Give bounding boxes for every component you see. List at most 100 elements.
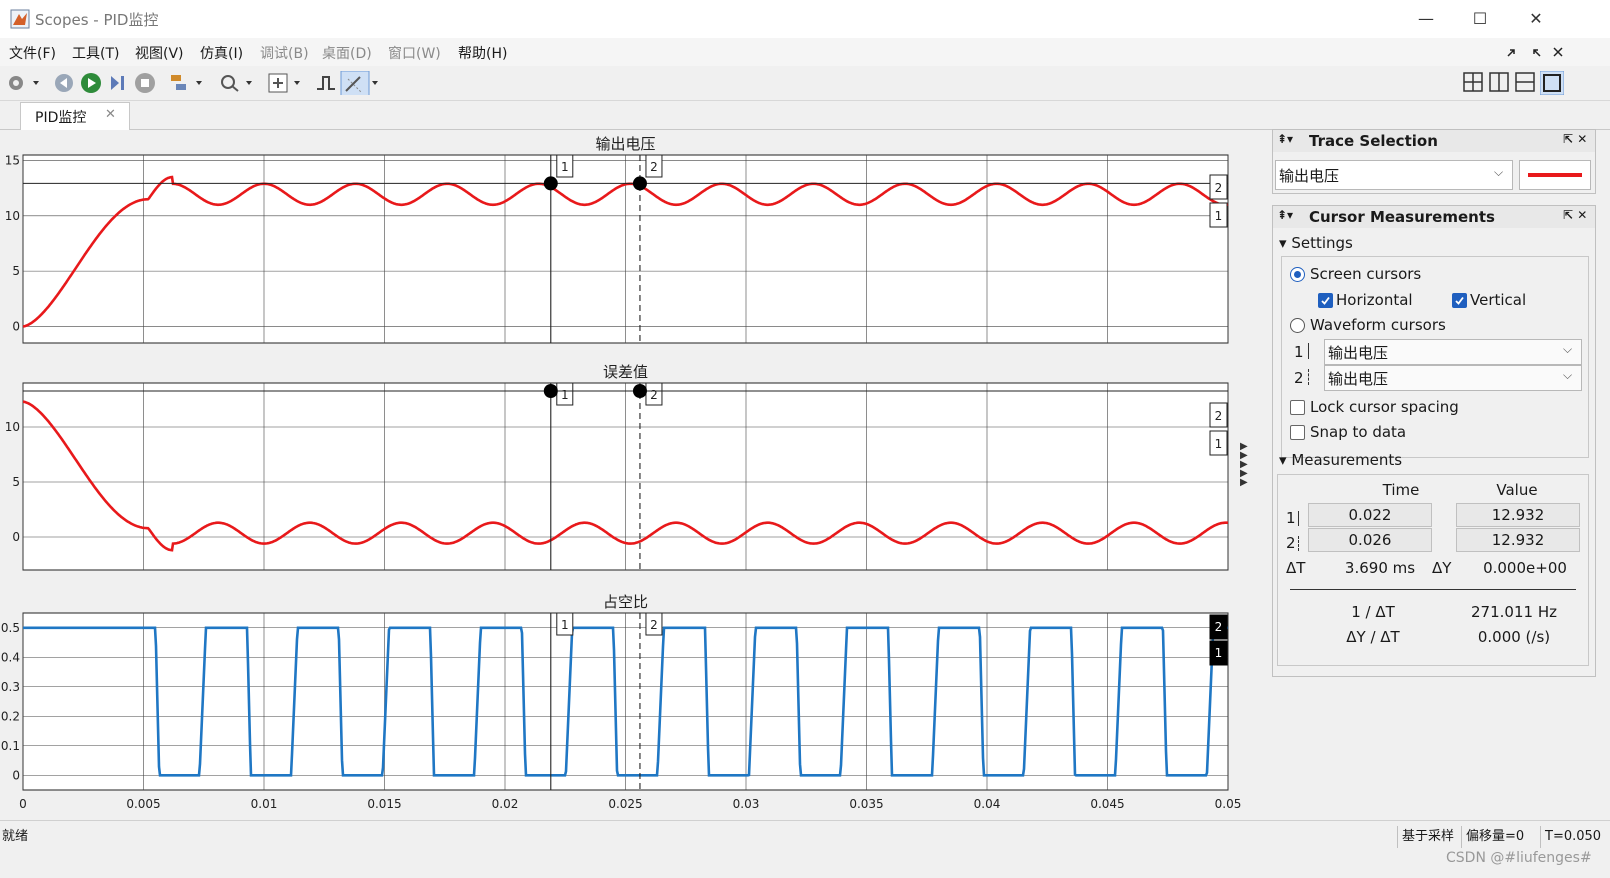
status-ready: 就绪 — [2, 829, 29, 844]
menu-file[interactable]: 文件(F) — [9, 43, 56, 63]
cursor-1-marker — [543, 384, 558, 398]
plot-title: 占空比 — [603, 593, 648, 611]
cursor-label: 1 — [561, 618, 569, 632]
status-offset: 偏移量=0 — [1461, 826, 1540, 848]
trace-select-dropdown[interactable]: 输出电压 ⌵ — [1275, 160, 1513, 190]
cursor-measurements-icon[interactable] — [340, 71, 380, 95]
layout-2row-icon[interactable] — [1514, 71, 1536, 95]
plot-title: 输出电压 — [595, 135, 655, 153]
menu-desktop[interactable]: 桌面(D) — [322, 43, 372, 63]
cursor1-trace-dropdown[interactable]: 输出电压 ⌵ — [1324, 339, 1582, 365]
layout-2x2-icon[interactable] — [1462, 71, 1484, 95]
y-tick-label: 10 — [5, 209, 20, 223]
tab-pid-monitor[interactable]: PID监控 ✕ — [20, 102, 130, 130]
trace-selection-title: Trace Selection — [1309, 132, 1438, 150]
expand-triangle-icon: ▾ — [1279, 451, 1287, 469]
menu-simulation[interactable]: 仿真(I) — [200, 43, 243, 63]
tab-close-icon[interactable]: ✕ — [105, 107, 116, 122]
cursor1-label: 1 — [1294, 343, 1304, 361]
cursor-2-marker — [632, 176, 647, 191]
undock-close-icon[interactable]: ⇱ ✕ — [1563, 132, 1587, 146]
title-bar: Scopes - PID监控 — ☐ ✕ — [0, 0, 1610, 38]
settings-label: Settings — [1291, 234, 1353, 252]
inverse-delta-t-value: 271.011 Hz — [1471, 603, 1557, 621]
x-tick-label: 0 — [19, 797, 27, 811]
triggers-icon[interactable] — [314, 71, 338, 95]
toolbar — [0, 66, 1610, 101]
screen-cursors-label: Screen cursors — [1310, 265, 1422, 283]
chevron-down-icon: ⌵ — [1563, 342, 1573, 356]
maximize-button[interactable]: ☐ — [1458, 6, 1502, 32]
panel-expand-arrows-icon[interactable]: ▶ ▶ ▶ ▶ ▶ — [1240, 442, 1248, 488]
cursor-measurements-title: Cursor Measurements — [1309, 208, 1495, 226]
cursor-label: 2 — [650, 160, 658, 174]
settings-section-toggle[interactable]: ▾ Settings — [1279, 234, 1353, 252]
y-tick-label: 15 — [5, 154, 20, 168]
edge-cursor-label: 2 — [1215, 409, 1223, 423]
cursor-label: 1 — [561, 160, 569, 174]
edge-cursor-label: 1 — [1215, 209, 1223, 223]
menu-window[interactable]: 窗口(W) — [388, 43, 441, 63]
settings-icon[interactable] — [6, 71, 42, 95]
divider — [1290, 589, 1576, 590]
fit-to-view-icon[interactable] — [266, 71, 306, 95]
status-sampling: 基于采样 — [1397, 826, 1460, 848]
cursor-label: 1 — [561, 388, 569, 402]
delta-t-value: 3.690 ms — [1344, 559, 1416, 577]
row2-time: 0.026 — [1308, 528, 1432, 552]
menu-help[interactable]: 帮助(H) — [458, 43, 507, 63]
pin-icon[interactable]: ⇞▾ — [1277, 132, 1293, 146]
waveform-cursors-radio[interactable] — [1290, 318, 1305, 333]
trace-color-swatch[interactable] — [1519, 160, 1591, 190]
pin-icon[interactable]: ⇞▾ — [1277, 208, 1293, 222]
vertical-checkbox[interactable] — [1452, 293, 1467, 308]
trace-color-line — [1528, 173, 1582, 177]
lock-cursor-spacing-checkbox[interactable] — [1290, 400, 1305, 415]
y-tick-label: 0.2 — [1, 709, 20, 723]
measurements-section-toggle[interactable]: ▾ Measurements — [1279, 451, 1402, 469]
layout-single-icon[interactable] — [1540, 71, 1564, 95]
x-tick-label: 0.05 — [1215, 797, 1242, 811]
close-button[interactable]: ✕ — [1514, 6, 1558, 32]
cursor-label: 2 — [650, 618, 658, 632]
cursor2-trace-value: 输出电压 — [1328, 370, 1389, 388]
tab-label: PID监控 — [35, 110, 87, 126]
y-tick-label: 0.5 — [1, 621, 20, 635]
scope-axes[interactable]: 051015输出电压1 2210510误差值1 22100.10.20.30.40.… — [0, 130, 1256, 820]
row1-label: 1 — [1286, 509, 1296, 527]
menu-debug[interactable]: 调试(B) — [260, 43, 309, 63]
run-icon[interactable] — [79, 71, 103, 95]
step-back-icon[interactable] — [52, 71, 76, 95]
scope-plot-area: 0 5 10 15 输出电压 1 2 2 1 0 5 10 误差值 1 2 2 1 0 0.1 0.2 0.3 0.4 0.… — [0, 130, 1256, 820]
snap-to-data-checkbox[interactable] — [1290, 425, 1305, 440]
cursor2-label: 2 — [1294, 369, 1304, 387]
x-tick-label: 0.005 — [126, 797, 160, 811]
snap-to-data-label: Snap to data — [1310, 423, 1407, 441]
status-bar — [0, 820, 1610, 878]
cursor1-trace-value: 输出电压 — [1328, 344, 1389, 362]
zoom-icon[interactable] — [218, 71, 258, 95]
x-tick-label: 0.04 — [974, 797, 1001, 811]
dock-controls[interactable] — [1504, 44, 1594, 62]
menu-tools[interactable]: 工具(T) — [72, 43, 119, 63]
horizontal-checkbox[interactable] — [1318, 293, 1333, 308]
undock-close-icon[interactable]: ⇱ ✕ — [1563, 208, 1587, 222]
settings-group: Screen cursors Horizontal Vertical Wavef… — [1281, 256, 1589, 458]
minimize-button[interactable]: — — [1404, 6, 1448, 32]
cursor2-trace-dropdown[interactable]: 输出电压 ⌵ — [1324, 365, 1582, 391]
y-tick-label: 0.3 — [1, 680, 20, 694]
y-tick-label: 0.4 — [1, 650, 20, 664]
step-forward-icon[interactable] — [106, 71, 130, 95]
highlight-icon[interactable] — [168, 71, 208, 95]
edge-cursor-label: 1 — [1215, 646, 1223, 660]
measurements-table: Time Value 1 0.022 12.932 2 0.026 12.932… — [1277, 474, 1589, 666]
layout-2col-icon[interactable] — [1488, 71, 1510, 95]
expand-triangle-icon: ▾ — [1279, 234, 1287, 252]
screen-cursors-radio[interactable] — [1290, 267, 1305, 282]
stop-icon[interactable] — [133, 71, 157, 95]
y-tick-label: 5 — [12, 475, 20, 489]
row2-label: 2 — [1286, 534, 1296, 552]
chevron-down-icon: ⌵ — [1494, 165, 1504, 179]
solid-cursor-marker — [1298, 511, 1299, 526]
menu-view[interactable]: 视图(V) — [135, 43, 184, 63]
